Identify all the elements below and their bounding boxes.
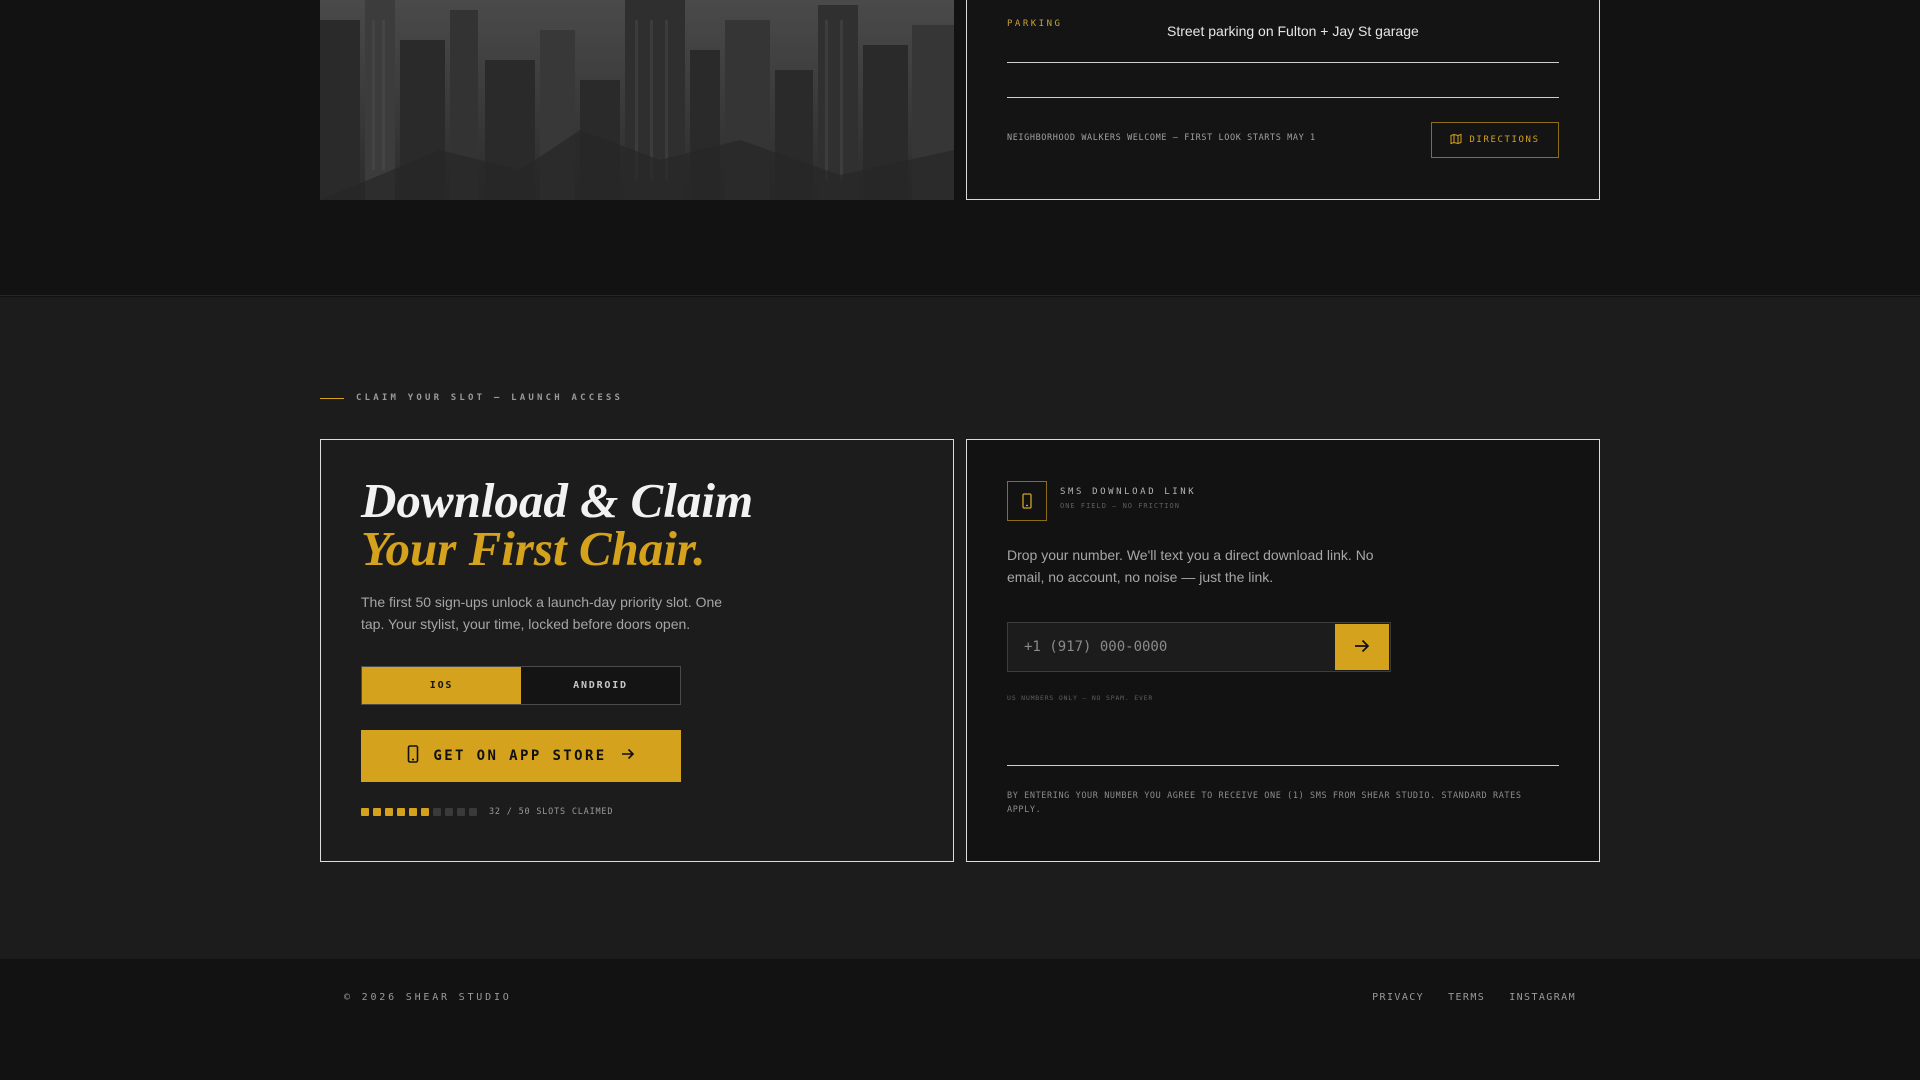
arrow-right-icon <box>1354 639 1370 656</box>
parking-label: PARKING <box>1007 19 1063 29</box>
arrow-right-icon <box>621 748 635 764</box>
us-numbers-note: US NUMBERS ONLY — NO SPAM. EVER <box>1007 694 1154 702</box>
phone-icon <box>407 745 419 767</box>
city-skyline-image <box>320 0 954 200</box>
slot-dot <box>409 808 417 816</box>
slot-dot <box>397 808 405 816</box>
footer-link-terms[interactable]: TERMS <box>1448 992 1485 1003</box>
slot-dot <box>445 808 453 816</box>
location-section: PARKING Street parking on Fulton + Jay S… <box>0 0 1920 296</box>
phone-input[interactable] <box>1008 623 1334 671</box>
directions-label: DIRECTIONS <box>1469 135 1540 145</box>
slot-dot <box>421 808 429 816</box>
os-toggle: IOS ANDROID <box>361 666 681 705</box>
slot-dot <box>385 808 393 816</box>
parking-value: Street parking on Fulton + Jay St garage <box>1167 23 1419 39</box>
download-card: Download & Claim Your First Chair. The f… <box>320 439 954 862</box>
claim-eyebrow: CLAIM YOUR SLOT — LAUNCH ACCESS <box>320 393 623 403</box>
app-store-label: GET ON APP STORE <box>433 748 607 764</box>
heading-line-1: Download & Claim <box>361 473 754 528</box>
os-option-android[interactable]: ANDROID <box>521 667 680 704</box>
phone-icon <box>1007 481 1047 521</box>
sms-description: Drop your number. We'll text you a direc… <box>1007 547 1374 585</box>
sms-subtitle: ONE FIELD — NO FRICTION <box>1060 502 1180 510</box>
download-lead: The first 50 sign-ups unlock a launch-da… <box>361 594 723 632</box>
directions-button[interactable]: DIRECTIONS <box>1431 122 1559 158</box>
slot-dot <box>433 808 441 816</box>
eyebrow-text: CLAIM YOUR SLOT — LAUNCH ACCESS <box>356 393 624 403</box>
footer-link-privacy[interactable]: PRIVACY <box>1372 992 1424 1003</box>
sms-title: SMS DOWNLOAD LINK <box>1060 487 1197 497</box>
copyright: © 2026 SHEAR STUDIO <box>344 992 512 1003</box>
app-store-button[interactable]: GET ON APP STORE <box>361 730 681 782</box>
slot-dot <box>361 808 369 816</box>
heading-line-2: Your First Chair. <box>361 521 706 576</box>
walk-note: NEIGHBORHOOD WALKERS WELCOME — FIRST LOO… <box>1007 133 1316 143</box>
divider <box>1007 97 1559 98</box>
send-link-button[interactable] <box>1335 624 1389 670</box>
footer-link-instagram[interactable]: INSTAGRAM <box>1509 992 1576 1003</box>
phone-form <box>1007 622 1391 672</box>
slots-progress: 32 / 50 SLOTS CLAIMED <box>361 807 613 817</box>
sms-legal-text: BY ENTERING YOUR NUMBER YOU AGREE TO REC… <box>1007 791 1522 815</box>
slot-dot <box>457 808 465 816</box>
slots-text: 32 / 50 SLOTS CLAIMED <box>489 807 614 817</box>
map-icon <box>1450 133 1462 148</box>
footer: © 2026 SHEAR STUDIO PRIVACY TERMS INSTAG… <box>0 959 1920 1080</box>
eyebrow-line <box>320 397 344 399</box>
parking-row: PARKING Street parking on Fulton + Jay S… <box>1007 0 1559 63</box>
location-info-card: PARKING Street parking on Fulton + Jay S… <box>966 0 1600 200</box>
claim-section: CLAIM YOUR SLOT — LAUNCH ACCESS Download… <box>0 297 1920 959</box>
sms-card: SMS DOWNLOAD LINK ONE FIELD — NO FRICTIO… <box>966 439 1600 862</box>
slot-dot <box>373 808 381 816</box>
slot-dot <box>469 808 477 816</box>
footer-links: PRIVACY TERMS INSTAGRAM <box>1372 992 1576 1003</box>
divider <box>1007 765 1559 766</box>
os-option-ios[interactable]: IOS <box>362 667 521 704</box>
